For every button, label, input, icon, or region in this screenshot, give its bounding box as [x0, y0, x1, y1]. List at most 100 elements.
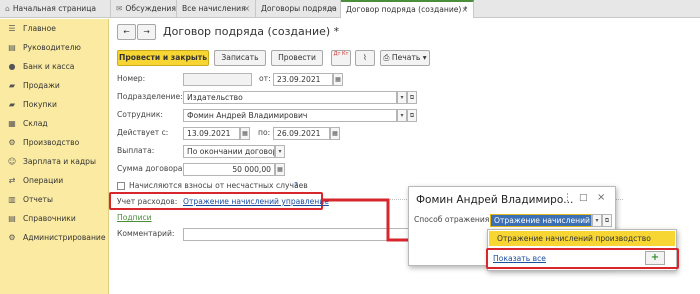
open-link-icon[interactable]: ⧉ — [407, 109, 417, 122]
close-icon[interactable]: × — [329, 0, 335, 18]
sales-icon: ▰ — [8, 81, 16, 90]
gear-icon: ⚙ — [8, 233, 16, 242]
sidebar-item-label: Главное — [23, 24, 56, 33]
operations-icon: ⇄ — [8, 176, 16, 185]
tab-contracts[interactable]: Договоры подряда × — [256, 0, 341, 18]
post-button[interactable]: Провести — [271, 50, 323, 66]
close-icon[interactable]: × — [462, 2, 468, 17]
accounting-link[interactable]: Отражение начислений управление — [183, 197, 329, 206]
sidebar-item-manager[interactable]: ▤ Руководителю — [0, 38, 109, 57]
menu-icon: ☰ — [8, 24, 16, 33]
tab-home[interactable]: ⌂ Начальная страница — [0, 0, 111, 18]
sidebar-item-admin[interactable]: ⚙ Администрирование — [0, 228, 109, 247]
sidebar-item-catalogs[interactable]: ▤ Справочники — [0, 209, 109, 228]
sidebar-item-bank[interactable]: ● Банк и касса — [0, 57, 109, 76]
sidebar-item-main[interactable]: ☰ Главное — [0, 19, 109, 38]
tab-label: Договор подряда (создание) * — [346, 5, 468, 14]
close-icon[interactable]: × — [597, 192, 605, 203]
purchases-icon: ▰ — [8, 100, 16, 109]
save-button[interactable]: Записать — [214, 50, 266, 66]
popup-title: Фомин Андрей Владимиро... — [416, 194, 574, 206]
reports-icon: ▥ — [8, 195, 16, 204]
sidebar-item-warehouse[interactable]: ▦ Склад — [0, 114, 109, 133]
chevron-down-icon[interactable]: ▾ — [397, 109, 407, 122]
dtkt-button[interactable]: Дт Кт — [331, 50, 351, 66]
tab-label: Все начисления — [182, 4, 246, 13]
sidebar-item-purchases[interactable]: ▰ Покупки — [0, 95, 109, 114]
sidebar-item-operations[interactable]: ⇄ Операции — [0, 171, 109, 190]
open-link-icon[interactable]: ⧉ — [407, 91, 417, 104]
sidebar-item-label: Покупки — [23, 100, 57, 109]
tab-discussions[interactable]: ✉ Обсуждения — [111, 0, 177, 18]
forward-button[interactable]: → — [137, 24, 156, 40]
tab-all-accruals[interactable]: Все начисления × — [177, 0, 256, 18]
sidebar-item-sales[interactable]: ▰ Продажи — [0, 76, 109, 95]
arrow-right-icon: → — [143, 27, 150, 36]
number-field[interactable] — [183, 73, 252, 86]
comment-label: Комментарий: — [117, 229, 175, 238]
sidebar-item-label: Справочники — [23, 214, 76, 223]
date-field[interactable]: 23.09.2021 — [273, 73, 333, 86]
tab-bar: ⌂ Начальная страница ✉ Обсуждения Все начи… — [0, 0, 700, 18]
post-and-close-button[interactable]: Провести и закрыть — [117, 50, 209, 66]
chevron-down-icon[interactable]: ▾ — [397, 91, 407, 104]
sidebar-item-label: Операции — [23, 176, 64, 185]
arrow-left-icon: ← — [123, 27, 130, 36]
calculator-icon[interactable]: ▦ — [275, 163, 285, 176]
employee-label: Сотрудник: — [117, 110, 163, 119]
insurance-label: Начисляются взносы от несчастных случаев — [129, 181, 308, 190]
sidebar-item-label: Отчеты — [23, 195, 53, 204]
sidebar-item-production[interactable]: ⚙ Производство — [0, 133, 109, 152]
insurance-checkbox[interactable] — [117, 182, 125, 190]
dropdown-option[interactable]: Отражение начислений производство — [489, 231, 675, 246]
back-button[interactable]: ← — [117, 24, 136, 40]
employee-field[interactable]: Фомин Андрей Владимирович — [183, 109, 397, 122]
calendar-icon[interactable]: ▦ — [240, 127, 250, 140]
chat-icon: ✉ — [116, 4, 123, 13]
calendar-icon[interactable]: ▦ — [330, 127, 340, 140]
tab-label: Договоры подряда — [261, 4, 337, 13]
payment-label: Выплата: — [117, 146, 155, 155]
print-label: Печать — [391, 53, 421, 62]
people-icon: ☺ — [7, 157, 17, 166]
home-icon: ⌂ — [5, 4, 10, 13]
tab-label: Обсуждения — [125, 4, 176, 13]
number-label: Номер: — [117, 74, 146, 83]
reflect-field[interactable]: Отражение начислений уп — [490, 214, 592, 227]
sidebar-item-label: Зарплата и кадры — [23, 157, 96, 166]
bank-icon: ● — [8, 62, 16, 71]
tab-contract-create[interactable]: Договор подряда (создание) * × — [341, 0, 474, 18]
attach-button[interactable]: ⌇ — [355, 50, 375, 66]
sidebar-item-label: Руководителю — [23, 43, 81, 52]
signatures-link[interactable]: Подписи — [117, 213, 152, 222]
help-icon[interactable]: ? — [294, 181, 298, 190]
payment-field[interactable]: По окончании договора — [183, 145, 275, 158]
accounting-label: Учет расходов: — [117, 197, 178, 206]
date-from-label: от: — [259, 74, 271, 83]
more-icon[interactable]: ⋮ — [563, 193, 572, 203]
page-title: Договор подряда (создание) * — [163, 25, 340, 38]
open-link-icon[interactable]: ⧉ — [602, 214, 612, 227]
chevron-down-icon: ▾ — [422, 53, 427, 62]
print-button[interactable]: ⎙ Печать ▾ — [380, 50, 430, 66]
sidebar-item-label: Продажи — [23, 81, 60, 90]
close-icon[interactable]: × — [244, 0, 250, 18]
division-field[interactable]: Издательство — [183, 91, 397, 104]
valid-from-field[interactable]: 13.09.2021 — [183, 127, 240, 140]
reflect-label: Способ отражения: — [414, 215, 492, 224]
printer-icon: ⎙ — [383, 53, 390, 62]
calendar-icon[interactable]: ▦ — [333, 73, 343, 86]
show-all-highlight — [486, 248, 679, 269]
sidebar-item-label: Банк и касса — [23, 62, 75, 71]
chevron-down-icon[interactable]: ▾ — [275, 145, 285, 158]
valid-to-field[interactable]: 26.09.2021 — [273, 127, 330, 140]
maximize-icon[interactable]: □ — [579, 193, 588, 203]
sidebar-item-reports[interactable]: ▥ Отчеты — [0, 190, 109, 209]
chevron-down-icon[interactable]: ▾ — [592, 214, 602, 227]
chart-icon: ▤ — [8, 43, 16, 52]
sidebar-item-salary[interactable]: ☺ Зарплата и кадры — [0, 152, 109, 171]
catalog-icon: ▤ — [8, 214, 16, 223]
sidebar-item-label: Администрирование — [23, 233, 106, 242]
warehouse-icon: ▦ — [8, 119, 16, 128]
amount-field[interactable]: 50 000,00 — [183, 163, 275, 176]
